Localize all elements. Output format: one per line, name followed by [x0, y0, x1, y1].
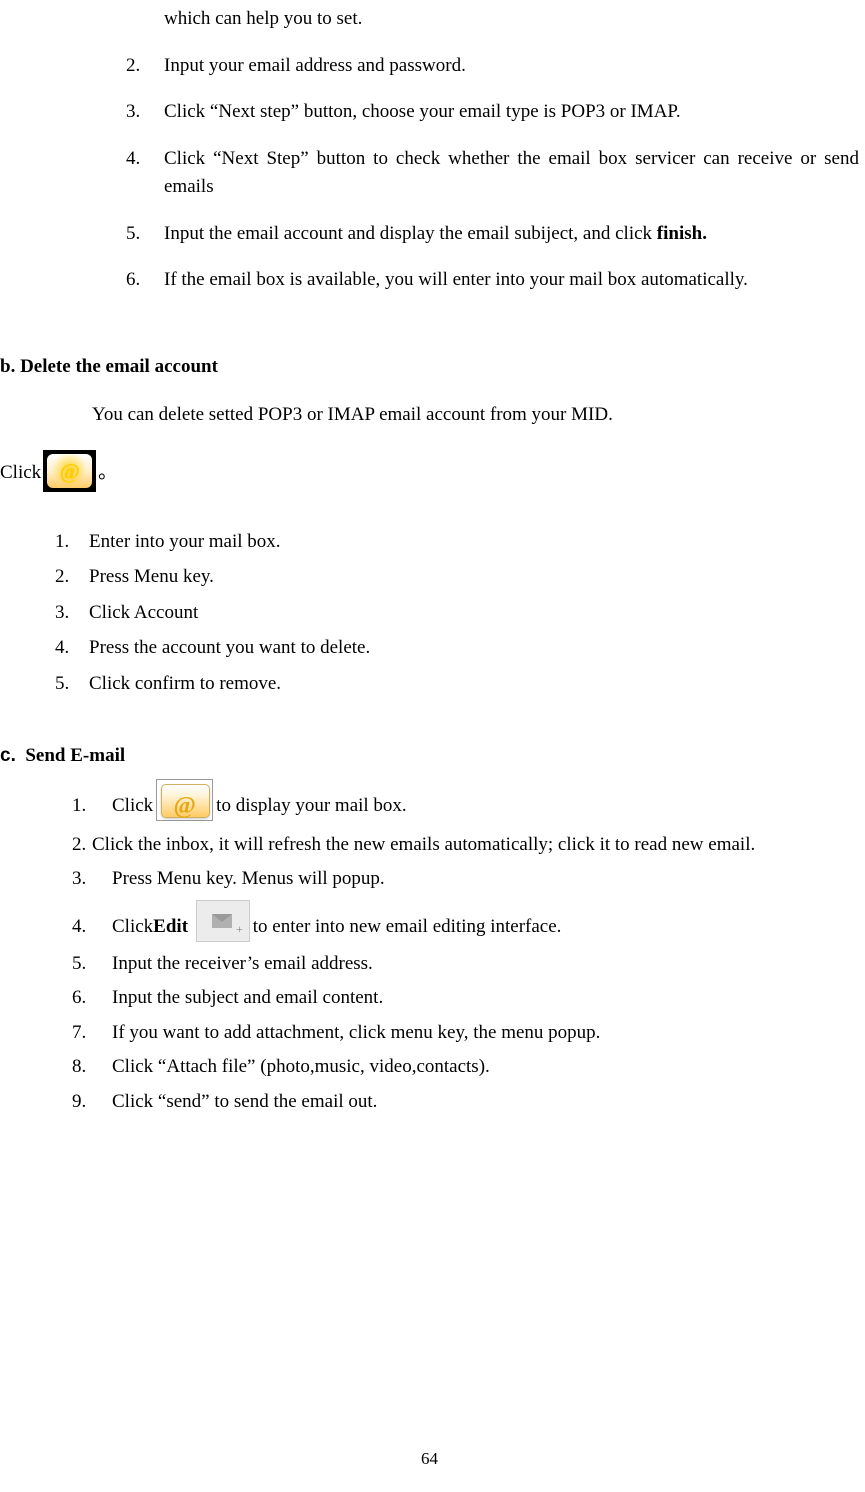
text: Click confirm to remove.: [89, 670, 859, 699]
list-marker: 7.: [72, 1019, 112, 1048]
section-c-heading-row: c. Send E-mail: [0, 742, 859, 771]
list-marker: 3.: [55, 599, 89, 628]
list-marker: 5.: [126, 220, 164, 249]
list-item: 4. Press the account you want to delete.: [55, 634, 859, 663]
list-marker: 5.: [55, 670, 89, 699]
list-marker: 4.: [55, 634, 89, 663]
list-marker: 2.: [55, 563, 89, 592]
text: Input the email account and display the …: [164, 220, 859, 249]
text: Press Menu key.: [89, 563, 859, 592]
page-number: 64: [0, 1446, 859, 1472]
text: Click Edit + to enter into new email edi…: [112, 900, 859, 942]
list-marker: 8.: [72, 1053, 112, 1082]
text: Input the subject and email content.: [112, 984, 859, 1013]
section-c-prefix: c.: [0, 745, 16, 766]
click-suffix: 。: [98, 459, 117, 488]
list-item: 3. Press Menu key. Menus will popup.: [72, 865, 859, 894]
list-item: 9. Click “send” to send the email out.: [72, 1088, 859, 1117]
section-b-intro: You can delete setted POP3 or IMAP email…: [92, 401, 859, 430]
list-marker: 4.: [72, 913, 112, 942]
list-item: 6. If the email box is available, you wi…: [126, 266, 859, 295]
list-item: 2. Input your email address and password…: [126, 52, 859, 81]
list-marker: 3.: [72, 865, 112, 894]
text: Input the receiver’s email address.: [112, 950, 859, 979]
compose-icon: +: [196, 900, 250, 942]
text: Click “Next step” button, choose your em…: [164, 98, 859, 127]
text: Click “Attach file” (photo,music, video,…: [112, 1053, 859, 1082]
list-item: 1. Enter into your mail box.: [55, 528, 859, 557]
text: Input your email address and password.: [164, 52, 859, 81]
list-item: 5. Input the email account and display t…: [126, 220, 859, 249]
list-item: 2. Click the inbox, it will refresh the …: [72, 831, 859, 860]
list-marker: 2.: [126, 52, 164, 81]
list-item: 5. Input the receiver’s email address.: [72, 950, 859, 979]
list-item: 5. Click confirm to remove.: [55, 670, 859, 699]
list-item-continuation: which can help you to set.: [126, 5, 859, 34]
section-a-list: which can help you to set. 2. Input your…: [126, 5, 859, 295]
list-marker: 9.: [72, 1088, 112, 1117]
text: Press Menu key. Menus will popup.: [112, 865, 859, 894]
text: Click the inbox, it will refresh the new…: [92, 831, 859, 860]
section-c-heading: Send E-mail: [25, 745, 125, 766]
list-marker: 1.: [55, 528, 89, 557]
text: Click Account: [89, 599, 859, 628]
click-label: Click: [0, 459, 41, 488]
list-marker: 6.: [72, 984, 112, 1013]
section-c-list: 1. Click to display your mail box. 2. Cl…: [72, 779, 859, 1117]
list-marker: 5.: [72, 950, 112, 979]
list-item: 7. If you want to add attachment, click …: [72, 1019, 859, 1048]
list-marker: 6.: [126, 266, 164, 295]
list-marker: 1.: [72, 792, 112, 821]
list-item: 2. Press Menu key.: [55, 563, 859, 592]
text: Click “send” to send the email out.: [112, 1088, 859, 1117]
text: which can help you to set.: [164, 5, 859, 34]
text: Click “Next Step” button to check whethe…: [164, 145, 859, 202]
list-item: 3. Click “Next step” button, choose your…: [126, 98, 859, 127]
click-line: Click 。: [0, 450, 859, 488]
mail-app-icon: [156, 779, 213, 821]
list-item: 6. Input the subject and email content.: [72, 984, 859, 1013]
text: If you want to add attachment, click men…: [112, 1019, 859, 1048]
section-b-heading: b. Delete the email account: [0, 353, 859, 382]
text: Press the account you want to delete.: [89, 634, 859, 663]
text: If the email box is available, you will …: [164, 266, 859, 295]
text: Enter into your mail box.: [89, 528, 859, 557]
section-b-list: 1. Enter into your mail box. 2. Press Me…: [55, 528, 859, 699]
text: Click to display your mail box.: [112, 779, 859, 821]
list-item: 1. Click to display your mail box.: [72, 779, 859, 821]
list-marker: 3.: [126, 98, 164, 127]
page-content: which can help you to set. 2. Input your…: [0, 0, 865, 1472]
list-item: 4. Click Edit + to enter into new email …: [72, 900, 859, 942]
list-item: 3. Click Account: [55, 599, 859, 628]
list-item: 8. Click “Attach file” (photo,music, vid…: [72, 1053, 859, 1082]
mail-app-icon: [43, 450, 96, 492]
list-item: 4. Click “Next Step” button to check whe…: [126, 145, 859, 202]
list-marker: 4.: [126, 145, 164, 202]
